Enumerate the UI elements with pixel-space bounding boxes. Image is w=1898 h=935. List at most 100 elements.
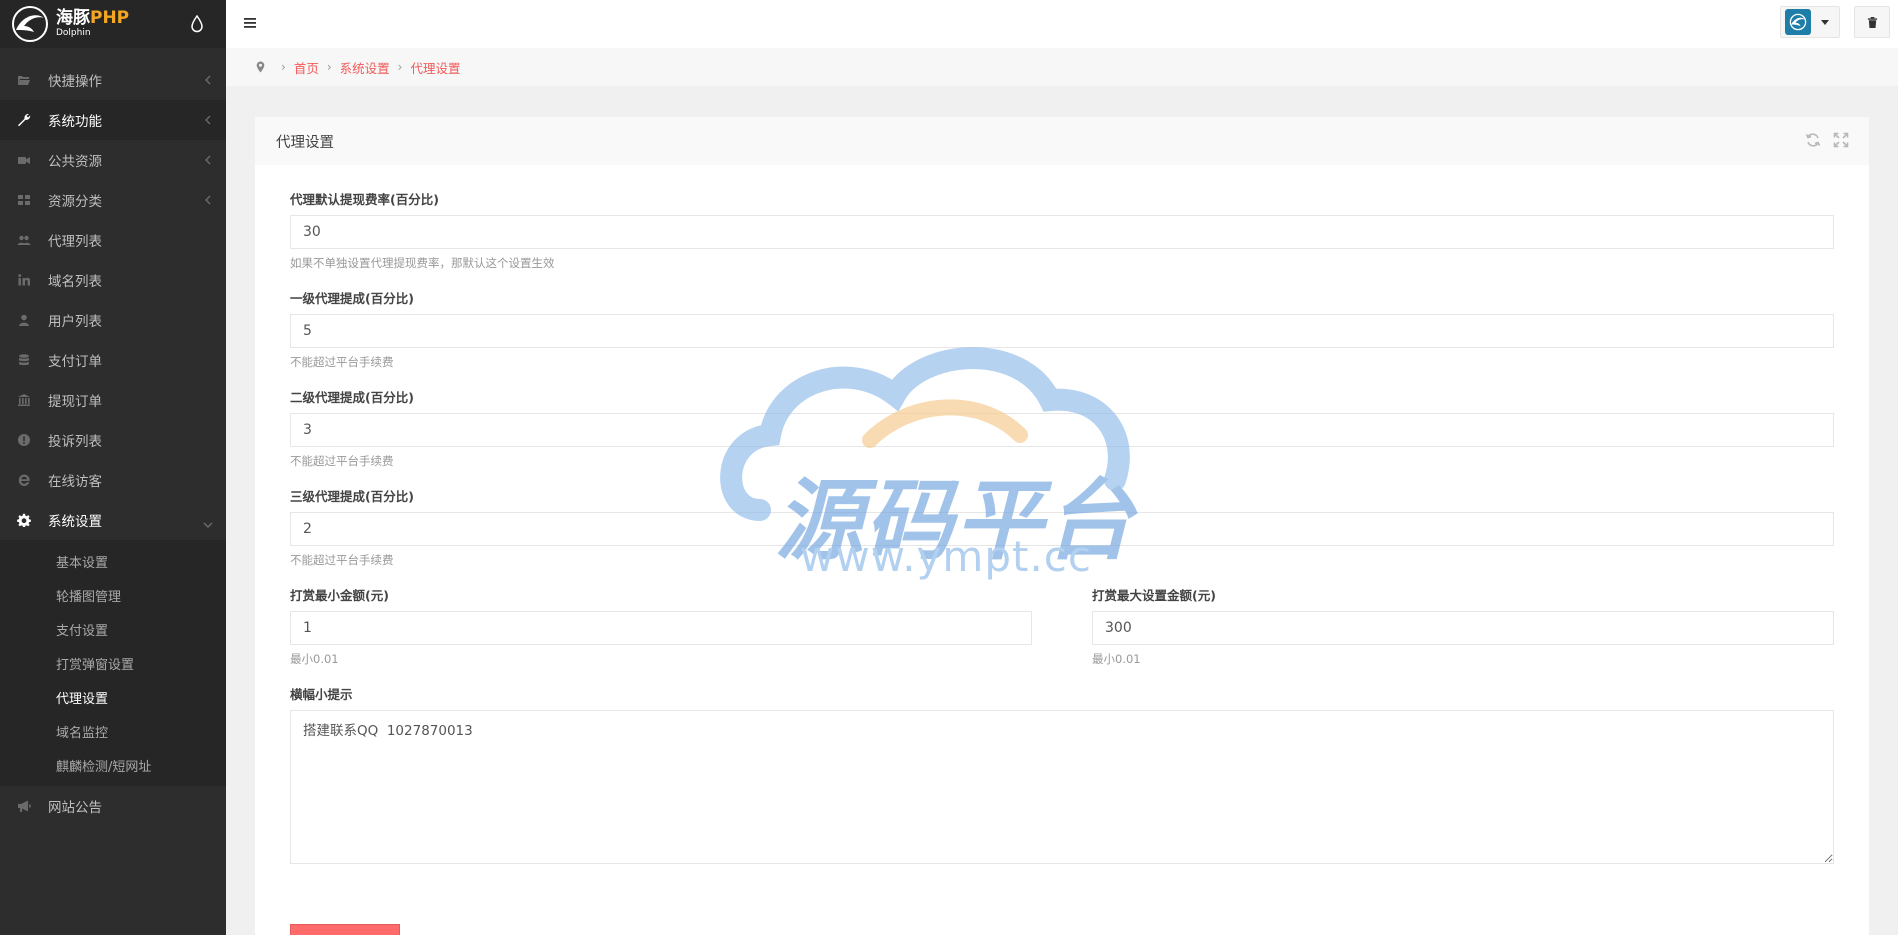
breadcrumb: › 首页 › 系统设置 › 代理设置 [226, 48, 1898, 86]
level2-commission-input[interactable] [290, 413, 1834, 447]
map-marker-icon [256, 61, 265, 73]
dolphin-logo-icon [12, 6, 48, 42]
submenu-item-carousel[interactable]: 轮播图管理 [0, 578, 226, 612]
sidebar-item-complaints[interactable]: 投诉列表 [0, 420, 226, 460]
banner-tip-group: 横幅小提示 搭建联系QQ 1027870013 [290, 684, 1834, 864]
refresh-icon[interactable] [1805, 132, 1821, 148]
banner-tip-textarea[interactable]: 搭建联系QQ 1027870013 [290, 710, 1834, 864]
sidebar-item-domain-list[interactable]: 域名列表 [0, 260, 226, 300]
sidebar-item-resource-categories[interactable]: 资源分类 [0, 180, 226, 220]
level1-commission-label: 一级代理提成(百分比) [290, 291, 414, 306]
sidebar-item-label: 系统功能 [48, 114, 102, 130]
clear-cache-button[interactable] [1854, 6, 1890, 38]
gear-icon [16, 512, 32, 528]
card-header: 代理设置 [255, 117, 1869, 165]
sidebar-item-payment-orders[interactable]: 支付订单 [0, 340, 226, 380]
dolphin-avatar-icon [1789, 13, 1807, 31]
video-camera-icon [16, 152, 32, 168]
level3-commission-help: 不能超过平台手续费 [290, 553, 394, 567]
sidebar: 海豚PHP Dolphin 快捷操作 系统功能 公共资源 资源分类 代理列表 域… [0, 0, 226, 935]
submenu-item-reward-popup[interactable]: 打赏弹窗设置 [0, 646, 226, 680]
sidebar-item-system-functions[interactable]: 系统功能 [0, 100, 226, 140]
level1-commission-input[interactable] [290, 314, 1834, 348]
sidebar-item-withdraw-orders[interactable]: 提现订单 [0, 380, 226, 420]
chevron-down-icon [202, 517, 214, 528]
sidebar-item-online-visitors[interactable]: 在线访客 [0, 460, 226, 500]
breadcrumb-home-link[interactable]: 首页 [294, 58, 319, 77]
bank-icon [16, 392, 32, 408]
sidebar-item-label: 代理列表 [48, 234, 102, 250]
reward-max-label: 打赏最大设置金额(元) [1092, 588, 1216, 603]
submenu-item-agent-settings[interactable]: 代理设置 [0, 680, 226, 714]
alert-icon [16, 432, 32, 448]
sidebar-item-label: 投诉列表 [48, 434, 102, 450]
level2-commission-help: 不能超过平台手续费 [290, 454, 394, 468]
chevron-left-icon [204, 154, 212, 166]
brand-name-cn: 海豚 [56, 8, 90, 28]
sidebar-item-public-resources[interactable]: 公共资源 [0, 140, 226, 180]
reward-min-label: 打赏最小金额(元) [290, 588, 389, 603]
sidebar-item-label: 域名列表 [48, 274, 102, 290]
level1-commission-help: 不能超过平台手续费 [290, 355, 394, 369]
submit-button[interactable]: 提交 [290, 924, 400, 935]
level3-commission-input[interactable] [290, 512, 1834, 546]
top-header [226, 0, 1898, 48]
sidebar-item-agent-list[interactable]: 代理列表 [0, 220, 226, 260]
avatar [1785, 9, 1811, 35]
reward-max-group: 打赏最大设置金额(元) 最小0.01 [1092, 585, 1834, 667]
theme-drop-icon[interactable] [190, 15, 204, 33]
trash-icon [1867, 16, 1877, 28]
sidebar-item-label: 支付订单 [48, 354, 102, 370]
withdraw-rate-group: 代理默认提现费率(百分比) 如果不单独设置代理提现费率，那默认这个设置生效 [290, 189, 1834, 271]
wrench-icon [16, 112, 32, 128]
sidebar-item-system-settings[interactable]: 系统设置 [0, 500, 226, 540]
chevron-left-icon [204, 194, 212, 206]
reward-min-input[interactable] [290, 611, 1032, 645]
breadcrumb-separator: › [281, 60, 286, 74]
sidebar-item-label: 快捷操作 [48, 74, 102, 90]
sidebar-item-label: 提现订单 [48, 394, 102, 410]
reward-min-group: 打赏最小金额(元) 最小0.01 [290, 585, 1032, 667]
menu-toggle-icon[interactable] [244, 17, 258, 29]
sidebar-item-quick-actions[interactable]: 快捷操作 [0, 60, 226, 100]
chevron-left-icon [204, 74, 212, 86]
caret-down-icon [1821, 19, 1829, 25]
bullhorn-icon [16, 798, 32, 814]
submenu-item-domain-monitor[interactable]: 域名监控 [0, 714, 226, 748]
card-title: 代理设置 [276, 134, 334, 151]
breadcrumb-current[interactable]: 代理设置 [410, 58, 460, 77]
reward-max-help: 最小0.01 [1092, 652, 1141, 666]
withdraw-rate-input[interactable] [290, 215, 1834, 249]
breadcrumb-separator: › [397, 60, 403, 74]
sidebar-item-label: 用户列表 [48, 314, 102, 330]
banner-tip-label: 横幅小提示 [290, 687, 353, 702]
level1-commission-group: 一级代理提成(百分比) 不能超过平台手续费 [290, 288, 1834, 370]
breadcrumb-parent-link[interactable]: 系统设置 [340, 58, 390, 77]
user-icon [16, 312, 32, 328]
linkedin-icon [16, 272, 32, 288]
database-icon [16, 352, 32, 368]
users-icon [16, 232, 32, 248]
sidebar-item-user-list[interactable]: 用户列表 [0, 300, 226, 340]
submenu-item-short-url[interactable]: 麒麟检测/短网址 [0, 748, 226, 782]
folder-open-icon [16, 72, 32, 88]
brand-logo[interactable]: 海豚PHP Dolphin [0, 0, 226, 48]
sidebar-item-label: 在线访客 [48, 474, 102, 490]
withdraw-rate-help: 如果不单独设置代理提现费率，那默认这个设置生效 [290, 256, 555, 270]
ie-icon [16, 472, 32, 488]
sidebar-item-site-announcement[interactable]: 网站公告 [0, 786, 226, 826]
user-menu-button[interactable] [1780, 6, 1840, 38]
submenu-item-payment-settings[interactable]: 支付设置 [0, 612, 226, 646]
reward-max-input[interactable] [1092, 611, 1834, 645]
sidebar-item-label: 公共资源 [48, 154, 102, 170]
sidebar-item-label: 资源分类 [48, 194, 102, 210]
fullscreen-icon[interactable] [1833, 132, 1849, 148]
submenu-item-basic-settings[interactable]: 基本设置 [0, 544, 226, 578]
sidebar-item-label: 系统设置 [48, 514, 102, 530]
breadcrumb-separator: › [326, 60, 332, 74]
level2-commission-label: 二级代理提成(百分比) [290, 390, 414, 405]
level3-commission-label: 三级代理提成(百分比) [290, 489, 414, 504]
level2-commission-group: 二级代理提成(百分比) 不能超过平台手续费 [290, 387, 1834, 469]
chevron-left-icon [204, 114, 212, 126]
brand-name-php: PHP [90, 8, 130, 28]
